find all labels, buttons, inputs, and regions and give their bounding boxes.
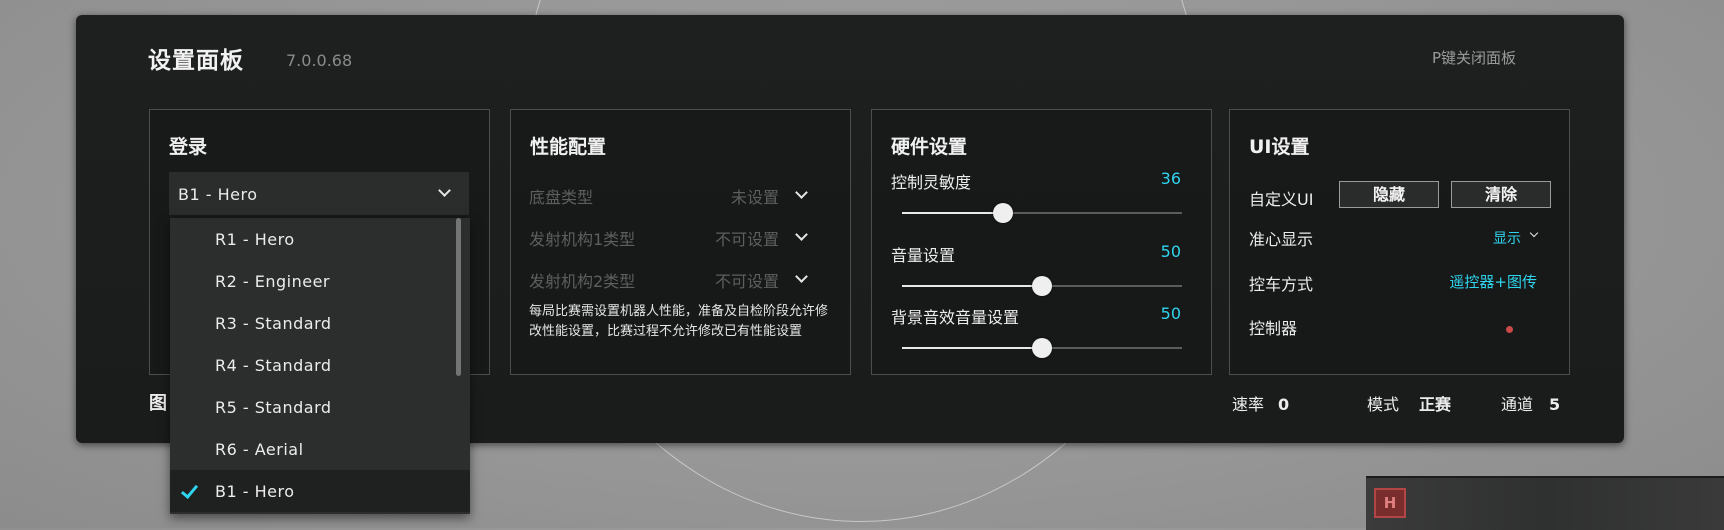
dropdown-option[interactable]: R1 - Hero <box>170 218 452 260</box>
controller-status-dot <box>1506 326 1513 333</box>
sensitivity-slider[interactable] <box>902 203 1182 223</box>
chassis-type-row[interactable]: 底盘类型 未设置 <box>529 184 829 208</box>
bottom-left-label: 图 <box>149 393 167 414</box>
clear-button[interactable]: 清除 <box>1451 181 1551 208</box>
option-label: R3 - Standard <box>215 314 332 333</box>
chassis-type-label: 底盘类型 <box>529 188 594 207</box>
crosshair-select[interactable]: 显示 <box>1459 228 1539 247</box>
dropdown-scrollbar[interactable] <box>456 218 461 376</box>
slider-handle[interactable] <box>1032 276 1052 296</box>
crosshair-label: 准心显示 <box>1249 230 1314 249</box>
option-label: R6 - Aerial <box>215 440 304 459</box>
rate-value: 0 <box>1278 395 1290 414</box>
login-title: 登录 <box>169 136 208 158</box>
sensitivity-label: 控制灵敏度 <box>891 173 972 192</box>
crosshair-value: 显示 <box>1493 231 1521 247</box>
mode-label: 模式 <box>1367 395 1400 414</box>
dropdown-option-selected[interactable]: B1 - Hero <box>170 470 470 512</box>
slider-fill <box>902 285 1042 287</box>
rate-stat: 速率 0 <box>1232 391 1289 415</box>
channel-label: 通道 <box>1501 395 1534 414</box>
slider-fill <box>902 212 1003 214</box>
robot-badge: H <box>1374 488 1406 518</box>
chevron-down-icon <box>438 184 451 197</box>
chevron-down-icon <box>795 228 808 241</box>
ui-settings-card: UI设置 自定义UI 隐藏 清除 准心显示 显示 控车方式 遥控器+图传 控制器 <box>1229 109 1570 375</box>
dropdown-option[interactable]: R4 - Standard <box>170 344 452 386</box>
volume-label: 音量设置 <box>891 246 956 265</box>
option-label: B1 - Hero <box>215 482 295 501</box>
chevron-down-icon <box>795 270 808 283</box>
control-mode-value[interactable]: 遥控器+图传 <box>1449 271 1537 292</box>
volume-slider[interactable] <box>902 276 1182 296</box>
robot-dropdown-list: R1 - Hero R2 - Engineer R3 - Standard R4… <box>170 218 470 514</box>
option-label: R5 - Standard <box>215 398 332 417</box>
option-label: R2 - Engineer <box>215 272 330 291</box>
dropdown-option[interactable]: R3 - Standard <box>170 302 452 344</box>
slider-fill <box>902 347 1042 349</box>
hardware-title: 硬件设置 <box>891 136 968 158</box>
robot-select-value: B1 - Hero <box>178 185 258 204</box>
control-mode-label: 控车方式 <box>1249 275 1314 294</box>
robot-model-graphic: H <box>1366 476 1724 530</box>
dropdown-option[interactable]: R5 - Standard <box>170 386 452 428</box>
mode-value: 正赛 <box>1419 395 1452 414</box>
volume-value: 50 <box>1160 242 1181 261</box>
performance-note: 每局比赛需设置机器人性能，准备及自检阶段允许修改性能设置，比赛过程不允许修改已有… <box>529 304 829 339</box>
option-label: R1 - Hero <box>215 230 295 249</box>
performance-title: 性能配置 <box>530 136 607 158</box>
channel-stat: 通道 5 <box>1501 391 1560 415</box>
bg-volume-slider[interactable] <box>902 338 1182 358</box>
launcher2-type-row[interactable]: 发射机构2类型 不可设置 <box>529 268 829 292</box>
launcher2-type-label: 发射机构2类型 <box>529 272 636 291</box>
bg-volume-label: 背景音效音量设置 <box>891 308 1020 327</box>
robot-select[interactable]: B1 - Hero <box>169 172 469 215</box>
version-label: 7.0.0.68 <box>286 51 353 70</box>
launcher2-type-value: 不可设置 <box>714 272 779 291</box>
dropdown-option[interactable]: R6 - Aerial <box>170 428 452 470</box>
option-label: R4 - Standard <box>215 356 332 375</box>
slider-handle[interactable] <box>992 203 1013 223</box>
custom-ui-label: 自定义UI <box>1249 190 1314 209</box>
page-title: 设置面板 <box>148 48 244 74</box>
launcher1-type-value: 不可设置 <box>714 230 779 249</box>
rate-label: 速率 <box>1232 395 1265 414</box>
chevron-down-icon <box>1529 228 1539 238</box>
controller-label: 控制器 <box>1249 319 1298 338</box>
check-icon <box>180 480 199 500</box>
performance-card: 性能配置 底盘类型 未设置 发射机构1类型 不可设置 发射机构2类型 不可设置 … <box>510 109 851 375</box>
hide-button[interactable]: 隐藏 <box>1339 181 1439 208</box>
sensitivity-value: 36 <box>1160 169 1181 188</box>
mode-stat: 模式 正赛 <box>1367 391 1451 415</box>
slider-handle[interactable] <box>1032 338 1052 358</box>
chevron-down-icon <box>795 186 808 199</box>
dropdown-option[interactable]: R2 - Engineer <box>170 260 452 302</box>
close-hint: P键关闭面板 <box>1431 49 1516 67</box>
launcher1-type-row[interactable]: 发射机构1类型 不可设置 <box>529 226 829 250</box>
hardware-card: 硬件设置 控制灵敏度 36 音量设置 50 背景音效音量设置 50 <box>871 109 1212 375</box>
ui-settings-title: UI设置 <box>1249 136 1310 158</box>
launcher1-type-label: 发射机构1类型 <box>529 230 636 249</box>
chassis-type-value: 未设置 <box>730 188 779 207</box>
bg-volume-value: 50 <box>1160 304 1181 323</box>
channel-value: 5 <box>1549 395 1561 414</box>
